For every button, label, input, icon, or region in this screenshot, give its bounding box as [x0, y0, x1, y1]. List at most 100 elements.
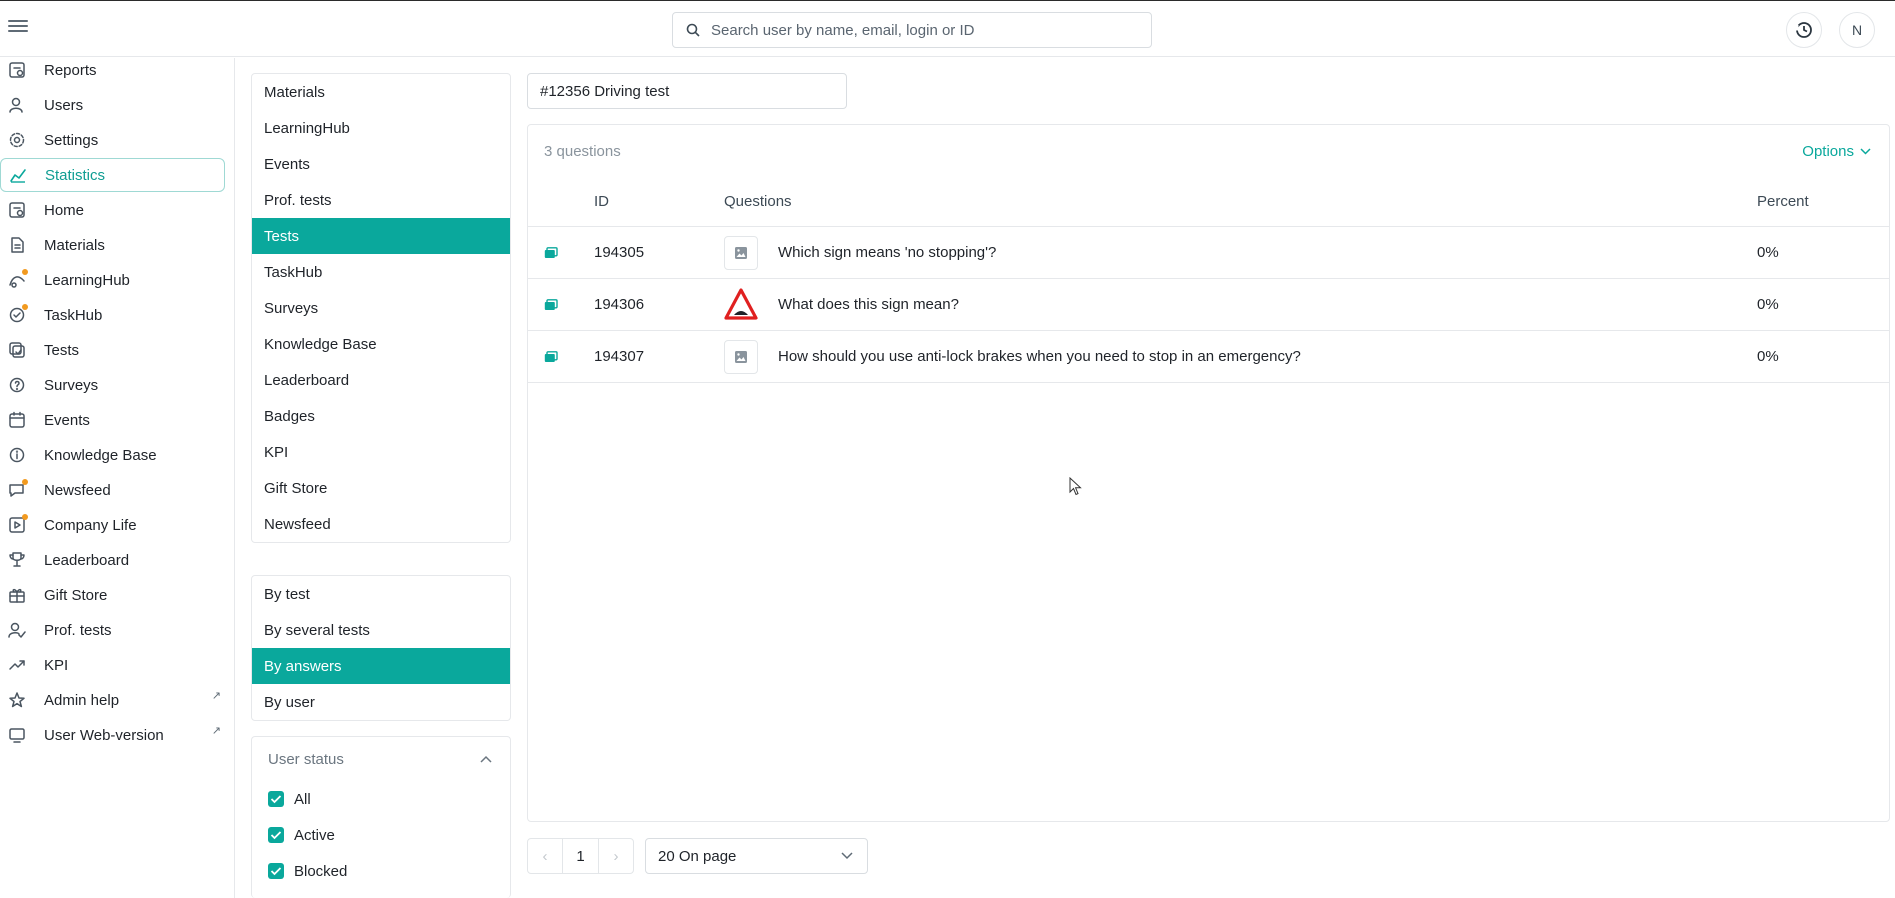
report-type-by-answers[interactable]: By answers	[252, 648, 510, 684]
sidebar-item-surveys[interactable]: Surveys	[0, 368, 225, 402]
question-percent: 0%	[1757, 348, 1779, 365]
sidebar-item-company-life[interactable]: Company Life	[0, 508, 225, 542]
sidebar-item-statistics[interactable]: Statistics	[0, 158, 225, 192]
sidebar-item-label: Users	[44, 96, 84, 114]
prev-page-button[interactable]: ‹	[527, 838, 563, 874]
section-item-newsfeed[interactable]: Newsfeed	[252, 506, 510, 542]
checkbox-checked-icon[interactable]	[268, 827, 284, 843]
chat-icon	[8, 479, 28, 499]
search-input[interactable]	[711, 13, 1141, 47]
table-row[interactable]: 194306 What does this sign mean? 0%	[528, 279, 1889, 331]
section-item-knowledge-base[interactable]: Knowledge Base	[252, 326, 510, 362]
section-item-leaderboard[interactable]: Leaderboard	[252, 362, 510, 398]
sidebar-item-label: Tests	[44, 341, 80, 359]
section-item-gift-store[interactable]: Gift Store	[252, 470, 510, 506]
sidebar-item-label: Prof. tests	[44, 621, 112, 639]
sidebar-item-settings[interactable]: Settings	[0, 123, 225, 157]
sidebar-item-reports[interactable]: Reports	[0, 53, 225, 87]
status-option-label: All	[294, 790, 311, 808]
question-text: How should you use anti-lock brakes when…	[778, 348, 1301, 365]
per-page-value: 20 On page	[658, 847, 737, 865]
copy-icon[interactable]	[544, 246, 558, 263]
checkbox-checked-icon[interactable]	[268, 791, 284, 807]
sidebar-item-taskhub[interactable]: TaskHub	[0, 298, 225, 332]
status-option-blocked[interactable]: Blocked	[252, 853, 510, 889]
report-type-by-user[interactable]: By user	[252, 684, 510, 720]
copy-icon[interactable]	[544, 298, 558, 315]
history-icon	[1795, 22, 1812, 38]
sidebar-item-home[interactable]: Home	[0, 193, 225, 227]
report-type-list: By test By several tests By answers By user	[251, 575, 511, 721]
reports-icon	[8, 61, 26, 79]
section-item-prof-tests[interactable]: Prof. tests	[252, 182, 510, 218]
column-questions[interactable]: Questions	[724, 193, 792, 210]
section-item-badges[interactable]: Badges	[252, 398, 510, 434]
sidebar-item-events[interactable]: Events	[0, 403, 225, 437]
sidebar-item-label: KPI	[44, 656, 69, 674]
section-item-surveys[interactable]: Surveys	[252, 290, 510, 326]
per-page-select[interactable]: 20 On page	[645, 838, 868, 874]
sidebar: Reports Users Settings Statistics Home Materi…	[0, 58, 235, 898]
monitor-icon	[8, 726, 26, 744]
sidebar-item-label: Home	[44, 201, 85, 219]
page-1-button[interactable]: 1	[562, 838, 599, 874]
question-id: 194307	[594, 348, 645, 365]
status-option-active[interactable]: Active	[252, 817, 510, 853]
test-selector[interactable]: #12356 Driving test	[527, 73, 847, 109]
notification-dot	[22, 269, 28, 275]
sidebar-item-users[interactable]: Users	[0, 88, 225, 122]
checkbox-checked-icon[interactable]	[268, 863, 284, 879]
history-button[interactable]	[1786, 12, 1822, 48]
options-dropdown[interactable]: Options	[1802, 143, 1871, 160]
user-search[interactable]	[672, 12, 1152, 48]
copy-icon[interactable]	[544, 350, 558, 367]
status-option-all[interactable]: All	[252, 781, 510, 817]
sidebar-item-kpi[interactable]: KPI	[0, 648, 225, 682]
menu-icon[interactable]	[8, 17, 28, 37]
user-status-toggle[interactable]: User status	[252, 737, 510, 781]
section-item-events[interactable]: Events	[252, 146, 510, 182]
sidebar-item-tests[interactable]: Tests	[0, 333, 225, 367]
section-item-kpi[interactable]: KPI	[252, 434, 510, 470]
users-icon	[8, 96, 26, 114]
sidebar-item-prof-tests[interactable]: Prof. tests	[0, 613, 225, 647]
sidebar-item-label: Leaderboard	[44, 551, 130, 569]
sidebar-item-knowledge-base[interactable]: Knowledge Base	[0, 438, 225, 472]
section-item-taskhub[interactable]: TaskHub	[252, 254, 510, 290]
gift-icon	[8, 586, 26, 604]
section-item-learninghub[interactable]: LearningHub	[252, 110, 510, 146]
home-icon	[8, 201, 26, 219]
sidebar-item-admin-help[interactable]: Admin help ↗	[0, 683, 225, 717]
sidebar-item-label: User Web-version	[44, 726, 164, 744]
sidebar-item-learninghub[interactable]: LearningHub	[0, 263, 225, 297]
search-icon	[686, 23, 700, 37]
gear-icon	[8, 131, 26, 149]
top-header: N	[0, 1, 1895, 57]
external-link-icon: ↗	[211, 690, 221, 702]
status-option-label: Active	[294, 826, 335, 844]
warning-sign-icon	[724, 288, 758, 322]
sidebar-item-gift-store[interactable]: Gift Store	[0, 578, 225, 612]
avatar[interactable]: N	[1839, 12, 1875, 48]
sidebar-item-materials[interactable]: Materials	[0, 228, 225, 262]
section-item-tests[interactable]: Tests	[252, 218, 510, 254]
company-life-icon	[8, 514, 28, 534]
table-row[interactable]: 194305 Which sign means 'no stopping'? 0%	[528, 227, 1889, 279]
table-row[interactable]: 194307 How should you use anti-lock brake…	[528, 331, 1889, 383]
column-id[interactable]: ID	[594, 193, 609, 210]
sidebar-item-leaderboard[interactable]: Leaderboard	[0, 543, 225, 577]
question-percent: 0%	[1757, 244, 1779, 261]
prof-test-icon	[8, 621, 26, 639]
section-item-materials[interactable]: Materials	[252, 74, 510, 110]
report-type-by-test[interactable]: By test	[252, 576, 510, 612]
chevron-up-icon	[480, 755, 492, 763]
column-percent[interactable]: Percent	[1757, 193, 1809, 210]
sidebar-item-user-web-version[interactable]: User Web-version ↗	[0, 718, 225, 752]
trophy-icon	[8, 551, 26, 569]
report-type-by-several-tests[interactable]: By several tests	[252, 612, 510, 648]
notification-dot	[22, 479, 28, 485]
sidebar-item-label: Company Life	[44, 516, 137, 534]
sidebar-item-newsfeed[interactable]: Newsfeed	[0, 473, 225, 507]
next-page-button[interactable]: ›	[598, 838, 634, 874]
image-placeholder-icon	[724, 340, 758, 374]
